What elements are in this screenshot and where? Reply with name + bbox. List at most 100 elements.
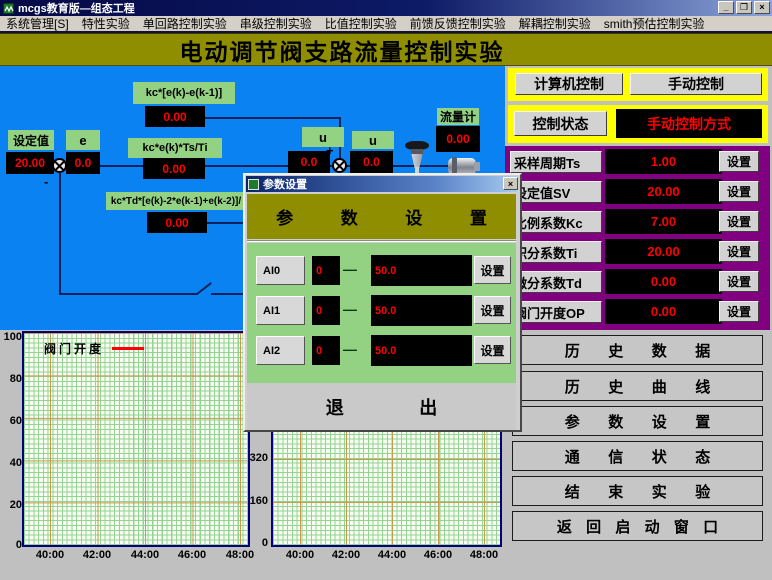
right-chart-ytick: 320: [242, 452, 268, 464]
ai1-low-value: 0: [312, 296, 340, 325]
parameter-settings-button[interactable]: 参数设置: [512, 406, 763, 436]
summing-junction-1: [52, 158, 67, 173]
window-title: mcgs教育版—组态工程: [18, 0, 135, 16]
sum1-plus-sign: +: [44, 149, 52, 162]
ai1-range-dash: —: [343, 301, 365, 317]
param-set-kc-button[interactable]: 设置: [719, 211, 759, 232]
right-chart-ytick: 0: [242, 537, 268, 549]
menu-item-characteristic[interactable]: 特性实验: [82, 15, 130, 32]
setpoint-label: 设定值: [8, 130, 54, 150]
menu-item-ratio[interactable]: 比值控制实验: [325, 15, 397, 32]
menu-item-system[interactable]: 系统管理[S]: [6, 15, 69, 32]
dialog-separator: [247, 240, 516, 242]
menu-item-decoupling[interactable]: 解耦控制实验: [519, 15, 591, 32]
d-term-value: 0.00: [147, 212, 207, 233]
ai0-channel-button[interactable]: AI0: [256, 256, 305, 285]
history-data-button[interactable]: 历史数据: [512, 335, 763, 365]
left-chart-ytick: 80: [0, 373, 22, 385]
dialog-close-icon[interactable]: ×: [503, 177, 518, 190]
dialog-title-bar[interactable]: 参数设置: [246, 176, 517, 192]
left-chart-xtick: 44:00: [125, 549, 165, 561]
sum1-minus-sign: -: [44, 175, 48, 188]
ai0-high-value: 50.0: [371, 255, 472, 286]
left-chart-ytick: 20: [0, 499, 22, 511]
param-set-ti-button[interactable]: 设置: [719, 241, 759, 262]
menu-item-single-loop[interactable]: 单回路控制实验: [143, 15, 227, 32]
param-set-ts-button[interactable]: 设置: [719, 151, 759, 172]
ai2-set-button[interactable]: 设置: [474, 336, 511, 364]
left-chart-ytick: 40: [0, 457, 22, 469]
param-label-op: 阀门开度OP: [510, 301, 602, 323]
left-chart-ytick: 100: [0, 331, 22, 343]
p-term-line: [205, 117, 341, 119]
chart-legend: 阀门开度: [44, 340, 144, 357]
param-label-ti: 积分系数Ti: [510, 241, 602, 263]
valve-opening-trend-chart: [22, 331, 250, 547]
param-value-ts: 1.00: [605, 149, 722, 174]
mcgs-dialog-icon: [248, 179, 259, 190]
flowmeter-value: 0.00: [436, 126, 480, 152]
ai0-range-dash: —: [343, 261, 365, 277]
history-curve-button[interactable]: 历史曲线: [512, 371, 763, 401]
param-label-sv: 设定值SV: [510, 181, 602, 203]
dialog-body: AI0 0 — 50.0 设置 AI1 0 — 50.0 设置 AI2 0 — …: [247, 243, 516, 383]
close-icon[interactable]: ×: [754, 1, 770, 14]
ai2-channel-button[interactable]: AI2: [256, 336, 305, 365]
left-chart-xtick: 46:00: [172, 549, 212, 561]
menu-item-feedforward[interactable]: 前馈反馈控制实验: [410, 15, 506, 32]
param-set-op-button[interactable]: 设置: [719, 301, 759, 322]
ai1-set-button[interactable]: 设置: [474, 296, 511, 324]
p-term-value: 0.00: [145, 106, 205, 127]
param-label-td: 微分系数Td: [510, 271, 602, 293]
param-value-sv: 20.00: [605, 179, 722, 204]
ai1-channel-button[interactable]: AI1: [256, 296, 305, 325]
menu-bar: 系统管理[S] 特性实验 单回路控制实验 串级控制实验 比值控制实验 前馈反馈控…: [0, 16, 772, 31]
left-chart-xtick: 40:00: [30, 549, 70, 561]
right-chart-xtick: 42:00: [326, 549, 366, 561]
ai0-set-button[interactable]: 设置: [474, 256, 511, 284]
dialog-exit-button[interactable]: 退出: [247, 383, 516, 430]
param-value-op: 0.00: [605, 299, 722, 324]
control-status-label: 控制状态: [514, 111, 607, 136]
ai2-high-value: 50.0: [371, 335, 472, 366]
manual-control-button[interactable]: 手动控制: [630, 73, 762, 95]
communication-status-button[interactable]: 通信状态: [512, 441, 763, 471]
legend-line-sample: [112, 347, 144, 350]
feedback-line-vertical: [59, 173, 61, 294]
p-term-formula: kc*[e(k)-e(k-1)]: [133, 82, 235, 104]
flowmeter-label: 流量计: [437, 108, 479, 125]
menu-item-cascade[interactable]: 串级控制实验: [240, 15, 312, 32]
computer-control-button[interactable]: 计算机控制: [515, 73, 623, 95]
end-experiment-button[interactable]: 结束实验: [512, 476, 763, 506]
restore-icon[interactable]: ❐: [736, 1, 752, 14]
right-chart-xtick: 46:00: [418, 549, 458, 561]
return-start-window-button[interactable]: 返回启动窗口: [512, 511, 763, 541]
u2-label: u: [352, 131, 394, 149]
sum2-plus-sign: +: [326, 144, 334, 157]
ai0-low-value: 0: [312, 256, 340, 285]
param-set-td-button[interactable]: 设置: [719, 271, 759, 292]
error-value: 0.0: [66, 152, 100, 174]
dialog-header: 参数设置: [247, 194, 516, 239]
ai2-row: AI2 0 — 50.0 设置: [247, 335, 516, 366]
left-chart-ytick: 60: [0, 415, 22, 427]
param-set-sv-button[interactable]: 设置: [719, 181, 759, 202]
i-term-formula: kc*e(k)*Ts/Ti: [128, 138, 222, 158]
title-bar: mcgs教育版—组态工程 _ ❐ ×: [0, 0, 772, 16]
legend-label: 阀门开度: [44, 340, 104, 357]
u1-value: 0.0: [288, 151, 330, 173]
param-value-td: 0.00: [605, 269, 722, 294]
menu-item-smith[interactable]: smith预估控制实验: [604, 15, 705, 32]
page-title: 电动调节阀支路流量控制实验: [0, 33, 772, 66]
ai2-low-value: 0: [312, 336, 340, 365]
d-term-formula: kc*Td*[e(k)-2*e(k-1)+e(k-2)]/: [106, 192, 246, 210]
error-label: e: [66, 130, 100, 150]
dialog-title: 参数设置: [263, 176, 307, 192]
param-label-ts: 采样周期Ts: [510, 151, 602, 173]
i-term-value: 0.00: [143, 158, 205, 179]
right-chart-xtick: 40:00: [280, 549, 320, 561]
feedback-switch: [196, 282, 211, 295]
mcgs-app-icon: [3, 3, 14, 14]
minimize-icon[interactable]: _: [718, 1, 734, 14]
right-chart-xtick: 48:00: [464, 549, 504, 561]
